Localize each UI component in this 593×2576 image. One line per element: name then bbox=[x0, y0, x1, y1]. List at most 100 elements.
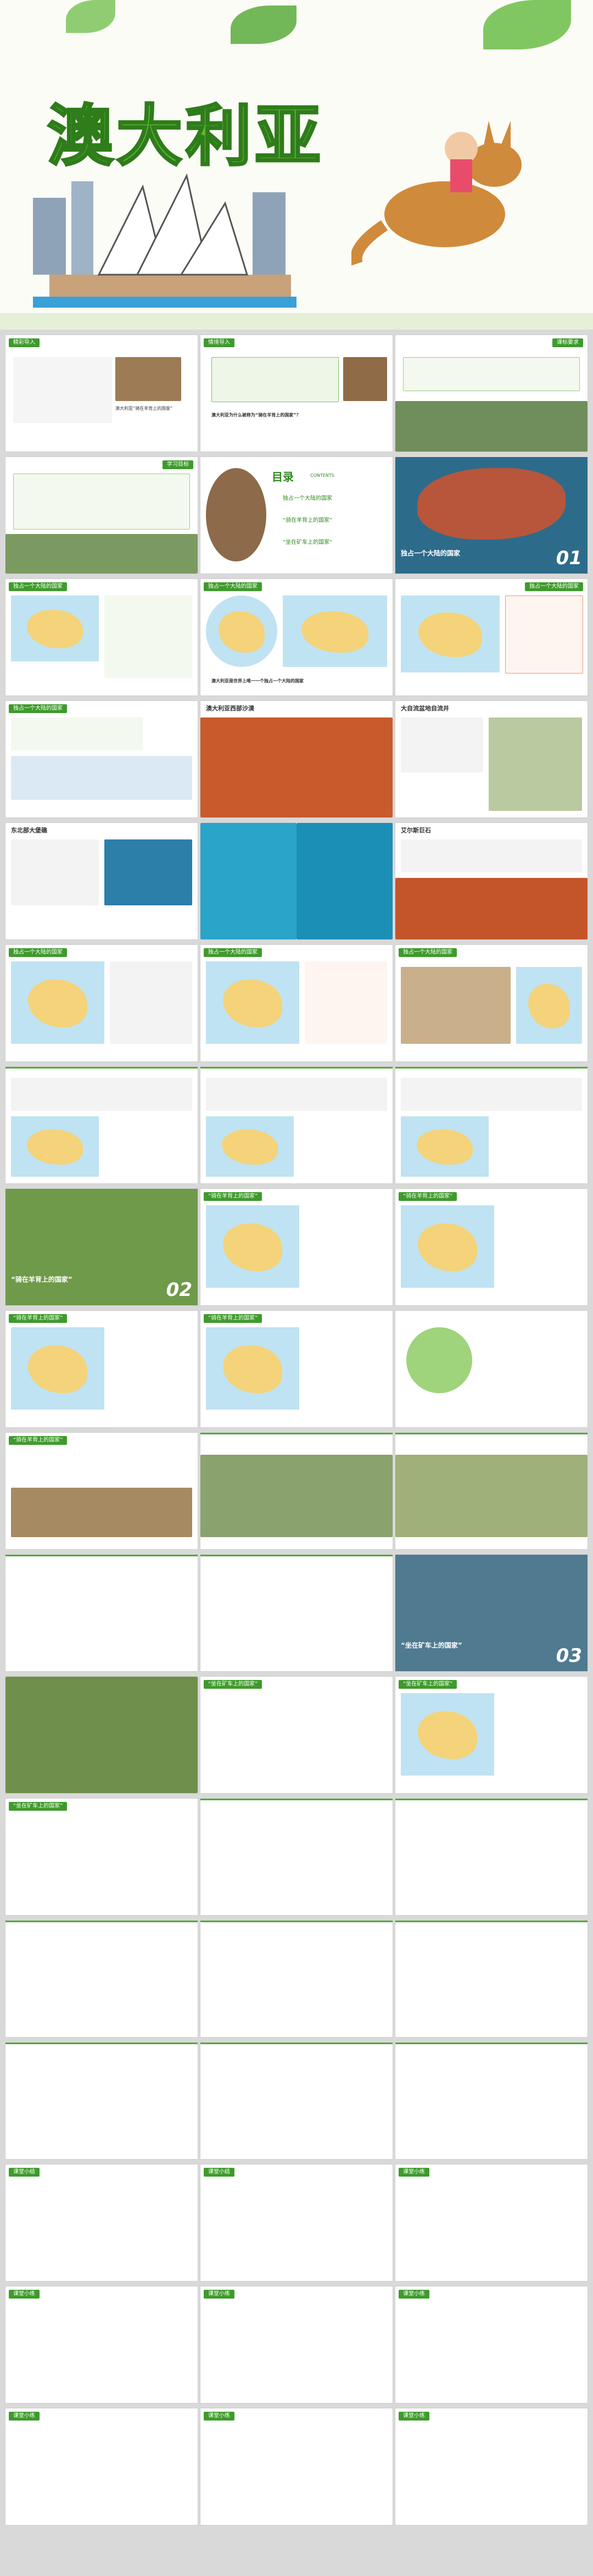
slide-header: “骑在羊背上的国家” bbox=[399, 1192, 457, 1201]
slide-header: 课堂小练 bbox=[9, 2412, 40, 2421]
slide-thumbnail[interactable]: “骑在羊背上的国家” bbox=[395, 1189, 588, 1305]
slide-header: 情境导入 bbox=[204, 338, 234, 347]
slide-thumbnail[interactable] bbox=[395, 1311, 588, 1427]
great-barrier-reef-photo bbox=[200, 823, 296, 939]
slide-thumbnail[interactable] bbox=[395, 1921, 588, 2037]
slide-body-text bbox=[11, 717, 143, 750]
slide-top-bar bbox=[5, 2043, 198, 2044]
slide-header: 独占一个大陆的国家 bbox=[399, 948, 457, 957]
slide-thumbnail[interactable]: 课堂小练 bbox=[395, 2408, 588, 2525]
contents-item-1[interactable]: 独占一个大陆的国家 bbox=[283, 496, 332, 502]
section-title: 独占一个大陆的国家 bbox=[401, 549, 461, 557]
leaf-decoration bbox=[66, 0, 115, 33]
slide-thumbnail[interactable] bbox=[395, 1799, 588, 1915]
slide-header: 精彩导入 bbox=[9, 338, 40, 347]
slide-body-text bbox=[11, 839, 99, 905]
contents-item-3[interactable]: “坐在矿车上的国家” bbox=[283, 539, 332, 546]
kangaroo-illustration bbox=[351, 121, 522, 266]
slide-thumbnail[interactable] bbox=[395, 1433, 588, 1549]
slide-top-bar bbox=[5, 1921, 198, 1922]
slide-thumbnail[interactable]: 独占一个大陆的国家 bbox=[395, 945, 588, 1061]
slide-thumbnail[interactable]: 课堂小结 bbox=[5, 2165, 198, 2281]
slide-thumbnail[interactable]: “骑在羊背上的国家” bbox=[5, 1433, 198, 1549]
slide-top-bar bbox=[200, 1433, 393, 1434]
slide-thumbnail[interactable] bbox=[200, 1067, 393, 1183]
slide-thumbnail[interactable]: “坐在矿车上的国家” bbox=[395, 1677, 588, 1793]
slide-body-text bbox=[401, 839, 582, 872]
slide-thumbnail[interactable]: 目录 CONTENTS 独占一个大陆的国家 “骑在羊背上的国家” “坐在矿车上的… bbox=[200, 457, 393, 574]
slide-thumbnail[interactable]: “坐在矿车上的国家” bbox=[5, 1799, 198, 1915]
slide-thumbnail[interactable] bbox=[5, 1677, 198, 1793]
slide-top-bar bbox=[200, 1555, 393, 1556]
slide-thumbnail[interactable]: 课标要求 bbox=[395, 335, 588, 452]
slide-thumbnail[interactable] bbox=[5, 1921, 198, 2037]
slide-top-bar bbox=[395, 1433, 588, 1434]
slide-thumbnail[interactable]: 课堂小结 bbox=[200, 2165, 393, 2281]
slide-thumbnail[interactable]: 课堂小练 bbox=[200, 2286, 393, 2403]
farm-photo bbox=[200, 1455, 393, 1537]
slide-thumbnail[interactable]: 课堂小练 bbox=[200, 2408, 393, 2525]
slide-thumbnail[interactable] bbox=[200, 1921, 393, 2037]
mine-aerial-photo bbox=[5, 1677, 198, 1793]
contents-item-2[interactable]: “骑在羊背上的国家” bbox=[283, 518, 332, 524]
slide-thumbnail[interactable]: 课堂小练 bbox=[395, 2165, 588, 2281]
australia-satellite-image bbox=[417, 468, 566, 539]
australia-map bbox=[11, 961, 104, 1044]
artesian-basin-diagram bbox=[489, 717, 582, 811]
section-title: “坐在矿车上的国家” bbox=[401, 1642, 462, 1649]
slide-thumbnail[interactable]: 课堂小练 bbox=[5, 2408, 198, 2525]
slide-thumbnail[interactable]: 独占一个大陆的国家 01 bbox=[395, 457, 588, 574]
slide-top-bar bbox=[200, 1799, 393, 1800]
slide-thumbnail[interactable]: 独占一个大陆的国家 bbox=[395, 579, 588, 696]
slide-thumbnail[interactable]: 东北部大堡礁 bbox=[5, 823, 198, 939]
slide-grid: 精彩导入 澳大利亚“骑在羊背上的国家” 情境导入 澳大利亚为什么被称为“骑在羊背… bbox=[0, 330, 593, 2576]
slide-thumbnail[interactable]: “骑在羊背上的国家” bbox=[5, 1311, 198, 1427]
slide-thumbnail[interactable] bbox=[395, 1067, 588, 1183]
slide-thumbnail[interactable] bbox=[200, 1799, 393, 1915]
slide-thumbnail[interactable] bbox=[5, 1555, 198, 1671]
slide-thumbnail[interactable] bbox=[200, 823, 393, 939]
slide-thumbnail[interactable] bbox=[395, 2043, 588, 2159]
australia-map bbox=[206, 961, 299, 1044]
slide-thumbnail[interactable]: “坐在矿车上的国家” bbox=[200, 1677, 393, 1793]
slide-thumbnail[interactable]: 课堂小练 bbox=[395, 2286, 588, 2403]
slide-body-text bbox=[13, 357, 112, 423]
hero-cover: 澳大利亚 bbox=[0, 0, 593, 330]
slide-top-bar bbox=[395, 1067, 588, 1069]
slide-thumbnail[interactable]: “骑在羊背上的国家” 02 bbox=[5, 1189, 198, 1305]
slide-header: “骑在羊背上的国家” bbox=[204, 1192, 262, 1201]
slide-thumbnail[interactable]: 学习目标 bbox=[5, 457, 198, 574]
kangaroo-photo bbox=[5, 534, 198, 574]
slide-thumbnail[interactable] bbox=[200, 1433, 393, 1549]
slide-thumbnail[interactable]: 独占一个大陆的国家 bbox=[5, 945, 198, 1061]
slide-thumbnail[interactable]: 精彩导入 澳大利亚“骑在羊背上的国家” bbox=[5, 335, 198, 452]
slide-body-text bbox=[110, 961, 192, 1044]
slide-thumbnail[interactable]: “坐在矿车上的国家” 03 bbox=[395, 1555, 588, 1671]
slide-header: 独占一个大陆的国家 bbox=[204, 948, 262, 957]
slide-thumbnail[interactable]: 澳大利亚西部沙漠 bbox=[200, 701, 393, 817]
slide-thumbnail[interactable]: 大自流盆地自流井 bbox=[395, 701, 588, 817]
section-number: 01 bbox=[556, 547, 582, 569]
slide-thumbnail[interactable]: “骑在羊背上的国家” bbox=[200, 1311, 393, 1427]
slide-thumbnail[interactable]: 独占一个大陆的国家 bbox=[5, 579, 198, 696]
slide-thumbnail[interactable]: 情境导入 澳大利亚为什么被称为“骑在羊背上的国家”？ bbox=[200, 335, 393, 452]
slide-thumbnail[interactable] bbox=[5, 1067, 198, 1183]
slide-body-text bbox=[505, 596, 583, 674]
slide-thumbnail[interactable]: “骑在羊背上的国家” bbox=[200, 1189, 393, 1305]
slide-body-text bbox=[401, 1078, 582, 1111]
slide-thumbnail[interactable] bbox=[200, 2043, 393, 2159]
slide-thumbnail[interactable] bbox=[200, 1555, 393, 1671]
australia-map bbox=[11, 1327, 104, 1410]
slide-thumbnail[interactable]: 艾尔斯巨石 bbox=[395, 823, 588, 939]
slide-thumbnail[interactable]: 课堂小练 bbox=[5, 2286, 198, 2403]
slide-top-bar bbox=[200, 1921, 393, 1922]
satellite-photo bbox=[104, 839, 192, 905]
animals-illustration bbox=[401, 967, 511, 1044]
slide-body-text bbox=[305, 961, 387, 1044]
slide-thumbnail[interactable]: 独占一个大陆的国家 bbox=[5, 701, 198, 817]
slide-header: “骑在羊背上的国家” bbox=[204, 1314, 262, 1323]
slide-thumbnail[interactable]: 独占一个大陆的国家 澳大利亚是世界上唯一一个独占一个大陆的国家 bbox=[200, 579, 393, 696]
sheep-photo bbox=[11, 1488, 192, 1537]
slide-thumbnail[interactable] bbox=[5, 2043, 198, 2159]
slide-thumbnail[interactable]: 独占一个大陆的国家 bbox=[200, 945, 393, 1061]
